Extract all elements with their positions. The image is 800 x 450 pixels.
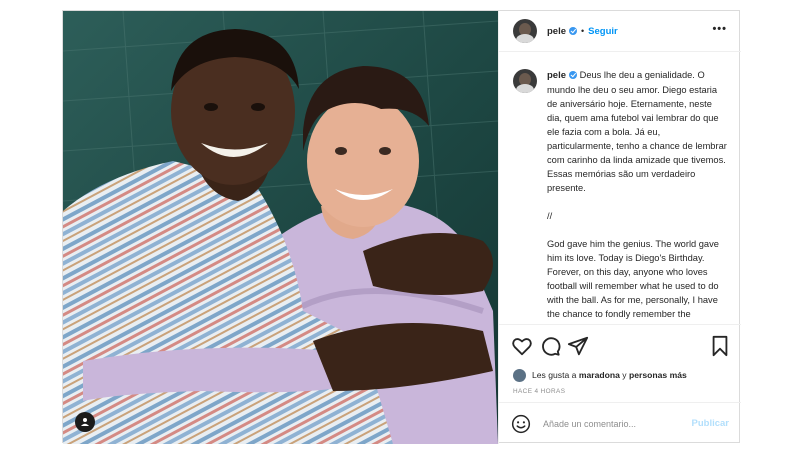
comment-bar: Publicar xyxy=(499,402,741,444)
action-bar xyxy=(499,324,741,369)
post-photo[interactable] xyxy=(63,11,498,444)
caption-portuguese: Deus lhe deu a genialidade. O mundo lhe … xyxy=(547,70,727,193)
photo-illustration xyxy=(63,11,498,444)
post-sidebar: pele • Seguir ••• pele Deus lhe deu a ge… xyxy=(498,11,741,444)
follow-button[interactable]: Seguir xyxy=(588,26,618,37)
caption-text: pele Deus lhe deu a genialidade. O mundo… xyxy=(547,68,727,324)
separator-dot: • xyxy=(581,26,585,36)
verified-badge-icon xyxy=(569,27,578,35)
liker-avatar[interactable] xyxy=(513,368,526,382)
user-tag-icon[interactable] xyxy=(75,412,95,432)
caption-username[interactable]: pele xyxy=(547,70,566,81)
avatar[interactable] xyxy=(513,19,537,43)
heart-icon[interactable] xyxy=(511,335,533,357)
likes-connector: y xyxy=(622,370,627,380)
caption-divider: // xyxy=(547,211,553,221)
header-username[interactable]: pele xyxy=(547,26,566,37)
post-header: pele • Seguir ••• xyxy=(499,11,741,52)
comment-icon[interactable] xyxy=(539,335,561,357)
likes-prefix: Les gusta a xyxy=(532,370,577,380)
likes-user[interactable]: maradona xyxy=(579,370,620,380)
likes-others[interactable]: personas más xyxy=(629,370,687,380)
instagram-post: pele • Seguir ••• pele Deus lhe deu a ge… xyxy=(62,10,741,444)
post-timestamp[interactable]: HACE 4 HORAS xyxy=(513,388,565,395)
user-tag-glyph xyxy=(81,418,89,426)
caption-english: God gave him the genius. The world gave … xyxy=(547,239,719,324)
share-icon[interactable] xyxy=(567,335,589,357)
emoji-icon[interactable] xyxy=(511,414,531,434)
caption: pele Deus lhe deu a genialidade. O mundo… xyxy=(513,68,727,324)
publish-button[interactable]: Publicar xyxy=(692,418,730,429)
verified-badge-icon xyxy=(569,71,578,79)
caption-avatar[interactable] xyxy=(513,69,537,93)
comment-input[interactable] xyxy=(541,417,692,430)
more-options-icon[interactable]: ••• xyxy=(712,23,727,35)
bookmark-icon[interactable] xyxy=(709,335,731,357)
likes-line: Les gusta a maradona y personas más xyxy=(513,366,731,384)
caption-area[interactable]: pele Deus lhe deu a genialidade. O mundo… xyxy=(499,52,741,324)
